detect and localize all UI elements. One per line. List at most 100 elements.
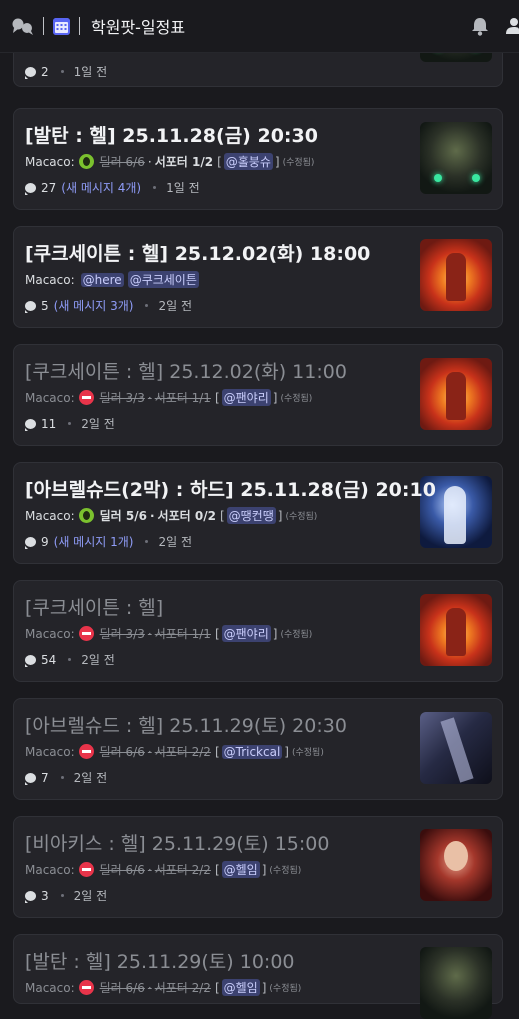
- support-count: 서포터 1/1: [154, 391, 211, 405]
- message-count: 54: [41, 652, 57, 667]
- message-count-icon: [25, 300, 36, 313]
- thread-footer: 9 (새 메시지 1개) 2일 전: [25, 533, 192, 550]
- last-activity-time: 1일 전: [166, 181, 200, 195]
- message-count: 27: [41, 180, 57, 195]
- separator: ·: [147, 744, 152, 759]
- edited-label: (수정됨): [280, 630, 313, 640]
- message-count-icon: [25, 66, 36, 79]
- author-name: Macaco:: [25, 626, 75, 641]
- header-divider: [79, 17, 80, 35]
- role-mention[interactable]: @헬임: [221, 861, 260, 878]
- separator-dot: [60, 894, 64, 897]
- author-name: Macaco:: [25, 744, 75, 759]
- thread-thumbnail: [420, 712, 492, 784]
- new-messages: (새 메시지 1개): [53, 535, 134, 549]
- thread-preview: Macaco: 딜러 3/3 · 서포터 1/1 [ @팬야리 ] (수정됨): [25, 625, 313, 642]
- role-mention[interactable]: @땡컨땡: [226, 507, 276, 524]
- thread-footer: 3 2일 전: [25, 887, 107, 904]
- bell-icon[interactable]: [471, 17, 489, 36]
- thread-footer: 5 (새 메시지 3개) 2일 전: [25, 297, 192, 314]
- role-mention[interactable]: @홀붕슈: [223, 153, 273, 170]
- message-count-icon: [25, 890, 36, 903]
- recruiting-icon: [78, 508, 94, 523]
- edited-label: (수정됨): [280, 394, 313, 404]
- role-mention[interactable]: @here: [80, 272, 124, 287]
- separator-dot: [68, 658, 72, 661]
- dealer-count: 딜러 3/3: [99, 391, 145, 405]
- thread-title: [쿠크세이튼 : 헬] 25.12.02(화) 18:00: [25, 243, 371, 265]
- thread-title: [아브렐슈드(2막) : 하드] 25.11.28(금) 20:10: [25, 479, 436, 501]
- dealer-count: 딜러 6/6: [99, 155, 145, 169]
- thread-preview: Macaco: 딜러 6/6 · 서포터 2/2 [ @헬임 ] (수정됨): [25, 979, 302, 996]
- support-count: 서포터 2/2: [154, 981, 211, 995]
- thread-card[interactable]: [발탄 : 헬] 25.11.28(금) 20:30 Macaco: 딜러 6/…: [13, 108, 503, 210]
- role-mention[interactable]: @팬야리: [221, 625, 271, 642]
- last-activity-time: 2일 전: [158, 535, 192, 549]
- dealer-count: 딜러 3/3: [99, 627, 145, 641]
- recruiting-icon: [78, 154, 94, 169]
- header-divider: [43, 17, 44, 35]
- edited-label: (수정됨): [269, 866, 302, 876]
- thread-footer: 2 1일 전: [25, 63, 107, 80]
- channel-title: 학원팟-일정표: [91, 18, 186, 37]
- dealer-count: 딜러 6/6: [99, 745, 145, 759]
- message-count: 7: [41, 770, 49, 785]
- thread-thumbnail: [420, 122, 492, 194]
- thread-card[interactable]: [쿠크세이튼 : 헬] 25.12.02(화) 18:00 Macaco: @h…: [13, 226, 503, 328]
- edited-label: (수정됨): [282, 158, 315, 168]
- thread-preview: Macaco: 딜러 3/3 · 서포터 1/1 [ @팬야리 ] (수정됨): [25, 389, 313, 406]
- separator: ·: [149, 508, 155, 523]
- closed-icon: [78, 744, 94, 759]
- role-mention[interactable]: @헬임: [221, 979, 260, 996]
- thread-thumbnail: [420, 829, 492, 901]
- separator-dot: [145, 540, 149, 543]
- message-count: 3: [41, 888, 49, 903]
- separator: ·: [147, 980, 152, 995]
- closed-icon: [78, 390, 94, 405]
- closed-icon: [78, 862, 94, 877]
- message-count: 5: [41, 298, 49, 313]
- closed-icon: [78, 980, 94, 995]
- edited-label: (수정됨): [285, 512, 318, 522]
- dealer-count: 딜러 6/6: [99, 863, 145, 877]
- support-count: 서포터 2/2: [154, 745, 211, 759]
- thread-card[interactable]: [쿠크세이튼 : 헬] 25.12.02(화) 11:00 Macaco: 딜러…: [13, 344, 503, 446]
- last-activity-time: 2일 전: [81, 653, 115, 667]
- role-mention[interactable]: @팬야리: [221, 389, 271, 406]
- thread-card[interactable]: [발탄 : 헬] 25.11.29(토) 10:00 Macaco: 딜러 6/…: [13, 934, 503, 1019]
- thread-card[interactable]: [아브렐슈드(2막) : 하드] 25.11.28(금) 20:10 Macac…: [13, 462, 503, 564]
- author-name: Macaco:: [25, 390, 75, 405]
- forum-icon[interactable]: [12, 16, 34, 36]
- thread-title: [쿠크세이튼 : 헬]: [25, 597, 164, 619]
- thread-preview: Macaco: 딜러 5/6 · 서포터 0/2 [ @땡컨땡 ] (수정됨): [25, 507, 318, 524]
- role-mention[interactable]: @Trickcal: [221, 744, 283, 759]
- dealer-count: 딜러 6/6: [99, 981, 145, 995]
- thread-card[interactable]: [아브렐슈드 : 헬] 25.11.29(토) 20:30 Macaco: 딜러…: [13, 698, 503, 800]
- last-activity-time: 2일 전: [73, 889, 108, 903]
- message-count-icon: [25, 418, 36, 431]
- members-icon[interactable]: [505, 17, 519, 36]
- new-messages: (새 메시지 3개): [53, 299, 134, 313]
- thread-footer: 7 2일 전: [25, 769, 107, 786]
- support-count: 서포터 0/2: [157, 509, 216, 523]
- thread-title: [비아키스 : 헬] 25.11.29(토) 15:00: [25, 833, 330, 855]
- last-activity-time: 1일 전: [73, 65, 108, 79]
- separator-dot: [145, 304, 149, 307]
- author-name: Macaco:: [25, 508, 75, 523]
- thread-title: [발탄 : 헬] 25.11.29(토) 10:00: [25, 951, 295, 973]
- separator-dot: [60, 776, 64, 779]
- thread-thumbnail: [420, 239, 492, 311]
- thread-card[interactable]: [비아키스 : 헬] 25.11.29(토) 15:00 Macaco: 딜러 …: [13, 816, 503, 918]
- last-activity-time: 2일 전: [81, 417, 115, 431]
- thread-footer: 11 2일 전: [25, 415, 115, 432]
- separator-dot: [60, 70, 64, 73]
- separator: ·: [147, 154, 152, 169]
- thread-title: [쿠크세이튼 : 헬] 25.12.02(화) 11:00: [25, 361, 347, 383]
- thread-card[interactable]: [쿠크세이튼 : 헬] Macaco: 딜러 3/3 · 서포터 1/1 [ @…: [13, 580, 503, 682]
- thread-preview: Macaco: 딜러 6/6 · 서포터 1/2 [ @홀붕슈 ] (수정됨): [25, 153, 315, 170]
- edited-label: (수정됨): [291, 748, 324, 758]
- new-messages: (새 메시지 4개): [61, 181, 142, 195]
- calendar-icon: [53, 17, 70, 35]
- role-mention[interactable]: @쿠크세이튼: [127, 271, 199, 288]
- thread-preview: Macaco: 딜러 6/6 · 서포터 2/2 [ @헬임 ] (수정됨): [25, 861, 302, 878]
